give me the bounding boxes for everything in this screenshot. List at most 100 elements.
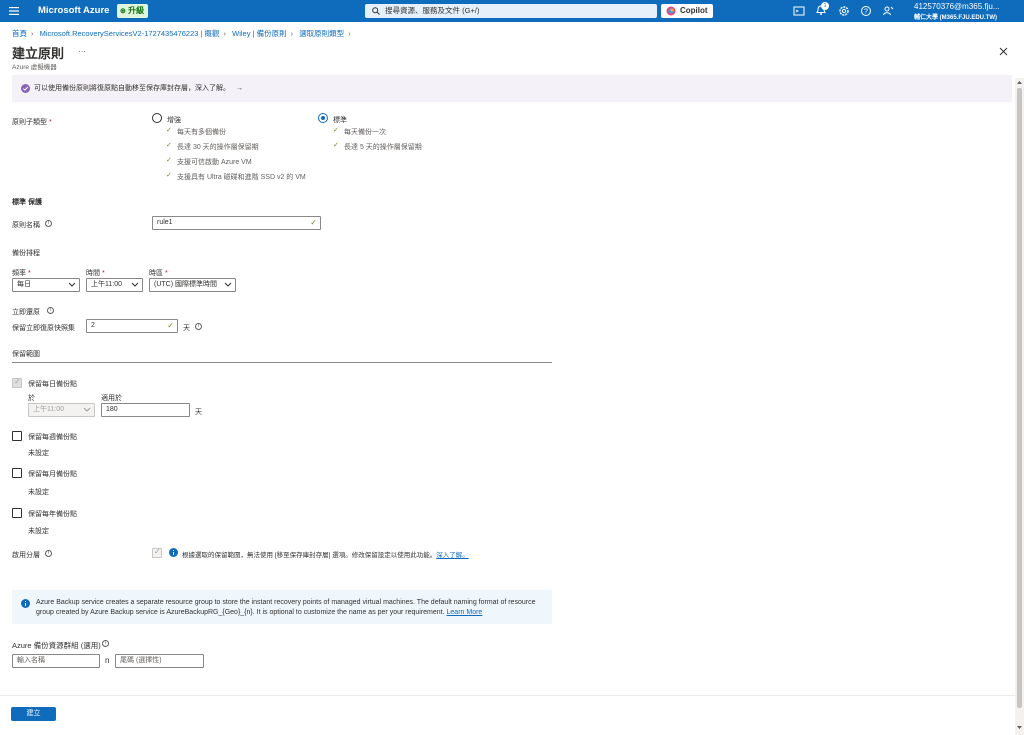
copilot-label: Copilot [680,6,708,15]
days-unit: 天 [195,409,202,416]
days-unit: 天 [183,325,190,332]
settings-gear-icon[interactable] [838,5,850,17]
valid-check-icon: ✓ [310,218,317,227]
create-button[interactable]: 建立 [11,707,56,721]
retain-daily-label: 保留每日備份點 [28,381,77,388]
retain-daily-time-select: 上午11:00 [28,403,95,417]
hamburger-menu-icon[interactable] [9,7,19,15]
info-filled-icon [169,548,178,557]
notifications-button[interactable]: 1 [815,2,829,16]
timezone-select[interactable]: (UTC) 國際標準時間 [149,278,236,292]
breadcrumb-separator: › [31,29,34,38]
timezone-label: 時區 * [149,270,168,277]
account-organization[interactable]: 輔仁大學 (M365.FJU.EDU.TW) [914,12,997,21]
info-icon[interactable]: i [45,220,52,227]
policy-name-value: rule1 [157,219,173,226]
checkmark-circle-icon [21,84,30,93]
valid-check-icon: ✓ [167,321,174,330]
radio-enhanced[interactable] [152,113,162,123]
copilot-button[interactable]: Copilot [661,4,713,18]
time-value: 上午11:00 [91,281,122,288]
section-heading-standard: 標準 保護 [12,199,42,206]
breadcrumb: 首頁 › Microsoft.RecoveryServicesV2-1727435… [12,28,355,39]
retain-daily-at-label: 於 [28,395,35,402]
policy-name-label: 原則名稱 [12,222,40,229]
resource-group-name-placeholder: 輸入名稱 [17,657,45,664]
upgrade-label: 升級 [128,6,145,15]
timezone-value: (UTC) 國際標準時間 [154,281,217,288]
breadcrumb-separator: › [223,29,227,38]
search-placeholder: 搜尋資源、服務及文件 (G+/) [385,6,480,15]
policy-subtype-label: 原則子類型 * [12,119,52,126]
frequency-label: 頻率 * [12,270,31,277]
retain-daily-days-value: 180 [106,406,118,413]
svg-text:?: ? [864,9,868,16]
policy-name-input[interactable]: rule1 ✓ [152,216,321,230]
retain-weekly-label: 保留每週備份點 [28,434,77,441]
retain-monthly-status: 未設定 [28,489,49,496]
retain-weekly-status: 未設定 [28,450,49,457]
frequency-value: 每日 [17,281,31,288]
resource-group-suffix-placeholder: 尾碼 (選擇性) [120,657,162,664]
notification-badge: 1 [821,2,829,10]
time-label: 時間 * [86,270,105,277]
time-select[interactable]: 上午11:00 [86,278,143,292]
enhanced-feature: 長達 30 天的操作層保留期 [166,141,259,152]
instant-restore-days-value: 2 [91,322,95,329]
radio-enhanced-label: 增強 [167,117,181,124]
tiering-learn-more-link[interactable]: 深入了解。 [436,552,469,559]
enhanced-feature: 支援可信啟動 Azure VM [166,156,252,167]
radio-standard-label: 標準 [333,117,347,124]
vertical-scrollbar[interactable] [1015,78,1024,735]
help-question-icon[interactable]: ? [860,5,872,17]
global-search-input[interactable]: 搜尋資源、服務及文件 (G+/) [365,4,657,18]
breadcrumb-vault-overview[interactable]: Microsoft.RecoveryServicesV2-17274354762… [40,29,220,38]
retain-monthly-label: 保留每月備份點 [28,471,77,478]
retention-heading: 保留範圍 [12,351,40,358]
feedback-icon[interactable] [882,5,894,17]
enable-tiering-checkbox [152,547,162,558]
chevron-down-icon [131,282,139,287]
cloud-shell-icon[interactable] [793,5,805,17]
info-icon[interactable]: i [195,323,202,330]
info-icon[interactable]: i [45,550,52,557]
portal-brand[interactable]: Microsoft Azure [38,5,109,16]
learn-more-link[interactable]: Learn More [447,609,483,616]
retain-monthly-checkbox[interactable] [12,468,22,478]
more-options-button[interactable]: ··· [78,47,86,56]
retention-divider [12,362,552,363]
banner-arrow-link[interactable]: → [236,85,243,92]
page-title: 建立原則 [12,46,65,61]
copilot-icon [666,6,676,16]
search-icon [372,7,380,15]
footer-divider [0,695,1024,696]
chevron-down-icon [224,282,232,287]
archive-tier-banner: 可以使用備份原則將復原點自動移至保存庫封存層，深入了解。 → [12,75,1012,102]
frequency-select[interactable]: 每日 [12,278,80,292]
breadcrumb-home[interactable]: 首頁 [12,29,27,38]
retain-weekly-checkbox[interactable] [12,431,22,441]
standard-feature: 長達 5 天的操作層保留期 [333,141,422,152]
account-name[interactable]: 412570376@m365.fju... [914,2,1000,11]
retain-daily-checkbox[interactable] [12,377,22,388]
instant-restore-heading: 立即還原 [12,309,40,316]
chevron-down-icon [83,407,91,412]
page-subtitle: Azure 虛擬機器 [12,64,57,71]
info-icon[interactable]: i [102,640,109,647]
standard-feature: 每天備份一次 [333,126,386,137]
resource-group-info-box: Azure Backup service creates a separate … [12,590,552,624]
resource-group-name-input[interactable]: 輸入名稱 [12,654,100,668]
instant-restore-label: 保留立即復原快照集 [12,325,75,332]
instant-restore-days-input[interactable]: 2 ✓ [86,319,178,333]
retain-yearly-checkbox[interactable] [12,508,22,518]
retain-daily-time-value: 上午11:00 [33,406,64,413]
close-icon[interactable] [999,47,1008,56]
info-icon[interactable]: i [47,307,54,314]
breadcrumb-backup-policies[interactable]: Wiley | 備份原則 [232,29,286,38]
resource-group-suffix-input[interactable]: 尾碼 (選擇性) [115,654,204,668]
radio-standard[interactable] [318,113,328,123]
upgrade-button[interactable]: ⊕ 升級 [117,4,148,18]
breadcrumb-separator: › [348,29,351,38]
retain-daily-days-input[interactable]: 180 [101,403,190,417]
breadcrumb-select-policy-type[interactable]: 選取原則類型 [299,29,344,38]
